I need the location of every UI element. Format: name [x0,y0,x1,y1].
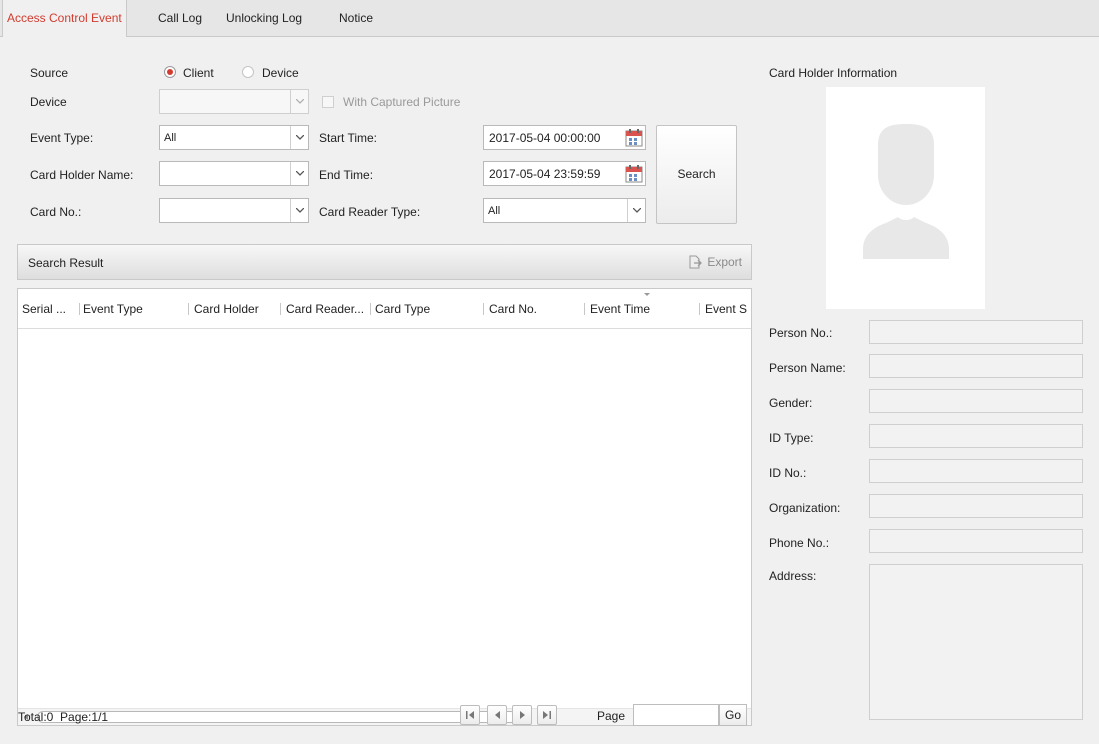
previous-page-button[interactable] [487,705,507,725]
gender-label: Gender: [769,396,813,410]
previous-page-icon [495,711,500,719]
address-field [869,564,1083,720]
device-label: Device [30,95,67,109]
source-label: Source [30,66,69,80]
card-holder-info-title: Card Holder Information [769,66,898,80]
gender-field [869,389,1083,413]
person-no-field [869,320,1083,344]
next-page-button[interactable] [512,705,532,725]
source-device-radio[interactable] [242,66,254,78]
column-event-source[interactable]: Event S [705,302,747,316]
chevron-down-icon [290,126,308,149]
card-holder-name-combo[interactable] [159,161,309,186]
card-reader-type-label: Card Reader Type: [319,205,421,219]
tab-unlocking-log[interactable]: Unlocking Log [226,0,302,37]
column-card-holder[interactable]: Card Holder [194,302,259,316]
sort-indicator-icon [644,293,650,296]
person-name-label: Person Name: [769,361,846,375]
start-time-value: 2017-05-04 00:00:00 [489,131,601,145]
source-client-label[interactable]: Client [183,65,214,81]
export-button[interactable]: Export [689,255,742,269]
column-separator [188,303,189,315]
search-button[interactable]: Search [656,125,737,224]
last-page-icon [543,711,551,719]
search-result-header: Search Result Export [17,244,752,280]
id-no-field [869,459,1083,483]
card-no-combo[interactable] [159,198,309,223]
chevron-down-icon [627,199,645,222]
column-card-type[interactable]: Card Type [375,302,430,316]
tab-access-control-event[interactable]: Access Control Event [2,0,127,38]
id-type-field [869,424,1083,448]
calendar-icon[interactable] [625,128,643,147]
with-captured-picture-checkbox[interactable] [322,96,334,108]
column-card-reader[interactable]: Card Reader... [286,302,364,316]
page-label: Page [597,709,626,723]
event-type-label: Event Type: [30,131,94,145]
first-page-button[interactable] [460,705,480,725]
calendar-icon[interactable] [625,164,643,183]
card-holder-photo [826,87,985,309]
person-no-label: Person No.: [769,326,833,340]
scrollbar-thumb[interactable] [37,711,517,723]
chevron-down-icon [290,90,308,113]
start-time-label: Start Time: [319,131,378,145]
event-type-value: All [164,132,177,144]
column-separator [483,303,484,315]
column-card-no[interactable]: Card No. [489,302,537,316]
person-name-field [869,354,1083,378]
organization-label: Organization: [769,501,841,515]
end-time-label: End Time: [319,168,374,182]
card-reader-type-value: All [488,205,501,217]
next-page-icon [520,711,525,719]
page-number-input[interactable] [633,704,719,726]
end-time-field[interactable]: 2017-05-04 23:59:59 [483,161,646,186]
source-client-radio[interactable] [164,66,176,78]
first-page-icon [466,711,474,719]
phone-no-field [869,529,1083,553]
chevron-down-icon [290,162,308,185]
table-header: Serial ... Event Type Card Holder Card R… [18,289,751,329]
card-no-label: Card No.: [30,205,82,219]
column-separator [79,303,80,315]
column-separator [370,303,371,315]
search-result-title: Search Result [28,256,104,270]
chevron-down-icon [290,199,308,222]
source-device-label[interactable]: Device [262,65,299,81]
with-captured-picture-label: With Captured Picture [343,95,461,109]
export-icon [689,255,703,269]
card-holder-name-label: Card Holder Name: [30,168,134,182]
start-time-field[interactable]: 2017-05-04 00:00:00 [483,125,646,150]
phone-no-label: Phone No.: [769,536,830,550]
tab-bar: Access Control Event Call Log Unlocking … [0,0,1099,38]
device-combo[interactable] [159,89,309,114]
column-separator [280,303,281,315]
event-type-combo[interactable]: All [159,125,309,150]
total-count: Total:0 Page:1/1 [18,709,108,725]
access-control-event-panel: Source Client Device Device With Capture… [0,37,1099,744]
id-no-label: ID No.: [769,466,807,480]
search-result-table: Serial ... Event Type Card Holder Card R… [17,288,752,726]
end-time-value: 2017-05-04 23:59:59 [489,167,601,181]
id-type-label: ID Type: [769,431,814,445]
last-page-button[interactable] [537,705,557,725]
column-separator [699,303,700,315]
tab-notice[interactable]: Notice [339,0,373,37]
column-separator [584,303,585,315]
column-event-time[interactable]: Event Time [590,302,650,316]
export-label: Export [707,255,742,269]
go-button[interactable]: Go [719,704,747,726]
person-silhouette-icon [863,124,949,259]
total-label: Total:0 [18,710,54,724]
address-label: Address: [769,569,817,583]
column-serial[interactable]: Serial ... [22,302,66,316]
organization-field [869,494,1083,518]
tab-call-log[interactable]: Call Log [158,0,202,37]
card-reader-type-combo[interactable]: All [483,198,646,223]
page-info: Page:1/1 [60,710,109,724]
column-event-type[interactable]: Event Type [83,302,143,316]
